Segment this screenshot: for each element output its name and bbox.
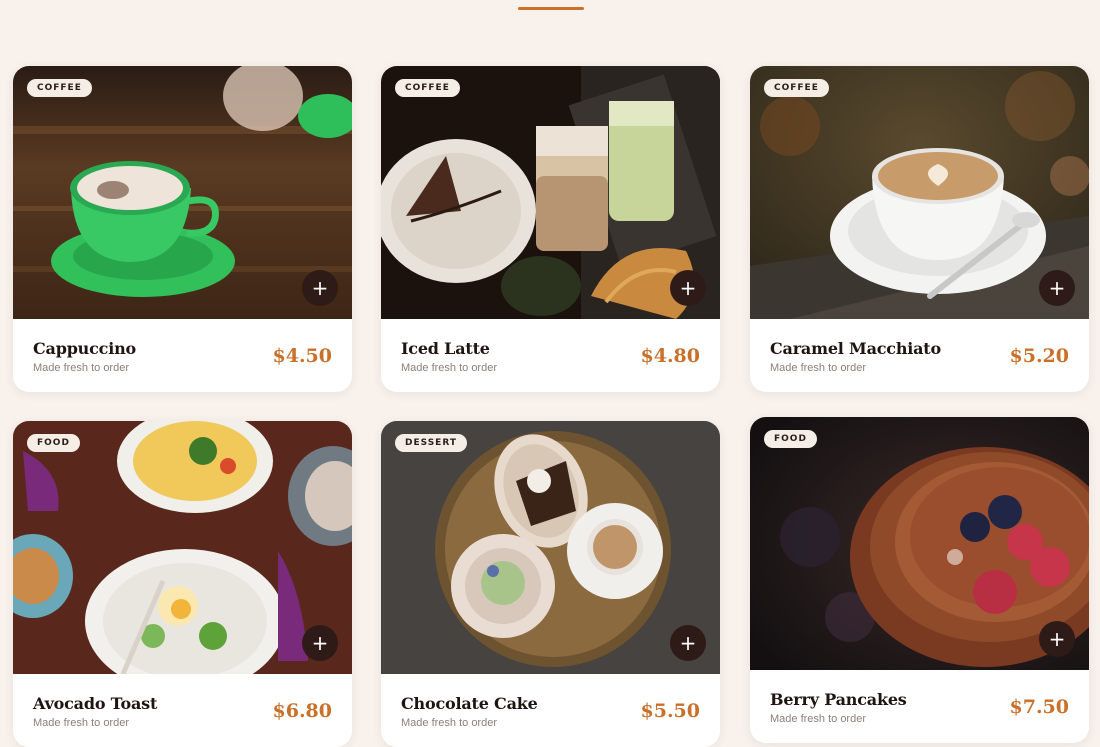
category-badge: DESSERT	[395, 434, 467, 452]
category-badge: COFFEE	[27, 79, 92, 97]
product-price: $5.20	[1009, 345, 1070, 367]
product-image: FOOD +	[13, 421, 352, 674]
iced-latte-photo	[381, 66, 720, 319]
berry-pancakes-photo	[750, 417, 1089, 670]
menu-card-avocado-toast[interactable]: FOOD + Avocado Toast Made fresh to order…	[13, 421, 352, 747]
card-info: Avocado Toast Made fresh to order $6.80	[13, 674, 352, 747]
add-to-cart-button[interactable]: +	[302, 625, 338, 661]
card-info: Iced Latte Made fresh to order $4.80	[381, 319, 720, 392]
category-badge: FOOD	[764, 430, 817, 448]
card-info: Caramel Macchiato Made fresh to order $5…	[750, 319, 1089, 392]
category-badge: COFFEE	[395, 79, 460, 97]
product-price: $5.50	[640, 700, 701, 722]
cappuccino-photo	[13, 66, 352, 319]
add-to-cart-button[interactable]: +	[1039, 270, 1075, 306]
avocado-toast-photo	[13, 421, 352, 674]
add-to-cart-button[interactable]: +	[302, 270, 338, 306]
menu-card-iced-latte[interactable]: COFFEE + Iced Latte Made fresh to order …	[381, 66, 720, 392]
card-info: Chocolate Cake Made fresh to order $5.50	[381, 674, 720, 747]
add-to-cart-button[interactable]: +	[670, 625, 706, 661]
card-info: Berry Pancakes Made fresh to order $7.50	[750, 670, 1089, 743]
product-image: COFFEE +	[13, 66, 352, 319]
product-image: COFFEE +	[381, 66, 720, 319]
category-badge: COFFEE	[764, 79, 829, 97]
product-price: $7.50	[1009, 696, 1070, 718]
product-image: COFFEE +	[750, 66, 1089, 319]
menu-card-chocolate-cake[interactable]: DESSERT + Chocolate Cake Made fresh to o…	[381, 421, 720, 747]
category-badge: FOOD	[27, 434, 80, 452]
product-image: FOOD +	[750, 417, 1089, 670]
section-divider	[518, 7, 584, 10]
card-info: Cappuccino Made fresh to order $4.50	[13, 319, 352, 392]
product-price: $4.50	[272, 345, 333, 367]
product-price: $4.80	[640, 345, 701, 367]
product-price: $6.80	[272, 700, 333, 722]
menu-card-berry-pancakes[interactable]: FOOD + Berry Pancakes Made fresh to orde…	[750, 417, 1089, 743]
add-to-cart-button[interactable]: +	[670, 270, 706, 306]
menu-card-cappuccino[interactable]: COFFEE + Cappuccino Made fresh to order …	[13, 66, 352, 392]
add-to-cart-button[interactable]: +	[1039, 621, 1075, 657]
product-image: DESSERT +	[381, 421, 720, 674]
caramel-macchiato-photo	[750, 66, 1089, 319]
menu-card-caramel-macchiato[interactable]: COFFEE + Caramel Macchiato Made fresh to…	[750, 66, 1089, 392]
chocolate-cake-photo	[381, 421, 720, 674]
